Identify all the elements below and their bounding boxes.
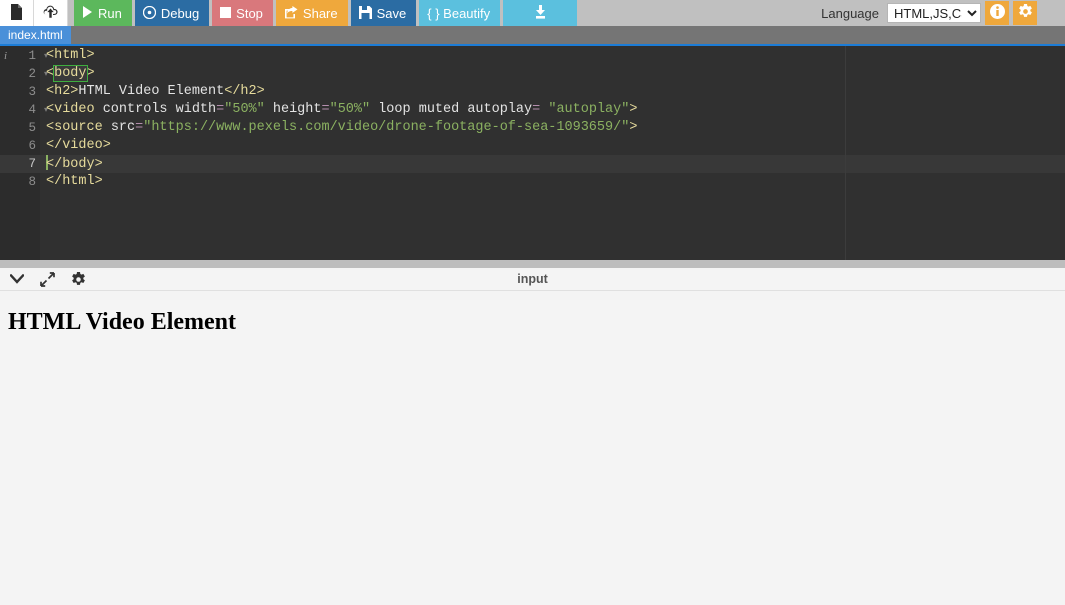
line-number: 6: [0, 137, 40, 155]
cloud-upload-icon: [42, 4, 59, 22]
line-number-value: 7: [28, 157, 36, 171]
line-number: 8: [0, 173, 40, 191]
play-icon: [82, 6, 93, 20]
line-number-value: 4: [28, 103, 36, 117]
code-editor[interactable]: i 1 ▾ 2 ▾ 3 4 ▾ 5 6 7 8 <html> <body> <h: [0, 46, 1065, 260]
save-button[interactable]: Save: [350, 0, 417, 26]
toolbar-left-group: Run Debug Stop Share Save {} Beautify: [0, 0, 580, 26]
file-icon: [10, 3, 23, 23]
save-button-label: Save: [376, 5, 407, 21]
selected-token: body: [53, 65, 88, 82]
line-number-value: 1: [28, 49, 36, 63]
tab-index-html[interactable]: index.html: [0, 26, 71, 44]
download-button[interactable]: [503, 0, 578, 26]
settings-button[interactable]: [1013, 1, 1037, 25]
line-number: 2 ▾: [0, 65, 48, 83]
code-line[interactable]: <html>: [40, 47, 1065, 65]
code-line[interactable]: <source src="https://www.pexels.com/vide…: [40, 119, 1065, 137]
line-number-value: 6: [28, 139, 36, 153]
info-button[interactable]: [985, 1, 1009, 25]
download-icon: [533, 4, 548, 22]
editor-tabbar: index.html: [0, 26, 1065, 46]
code-line[interactable]: <video controls width="50%" height="50%"…: [40, 101, 1065, 119]
gear-icon: [1018, 4, 1033, 22]
toolbar-right-group: Language HTML,JS,CSS: [821, 0, 1065, 26]
editor-right-divider: [845, 46, 846, 260]
expand-arrows-icon[interactable]: [40, 271, 55, 287]
language-label: Language: [821, 5, 879, 21]
debug-button[interactable]: Debug: [134, 0, 210, 26]
stop-icon: [220, 6, 232, 20]
panel-tool-group: [0, 271, 86, 287]
line-number-gutter: i 1 ▾ 2 ▾ 3 4 ▾ 5 6 7 8: [0, 46, 48, 260]
panel-title: input: [517, 272, 548, 286]
output-preview: HTML Video Element 0:00: [0, 291, 1065, 605]
beautify-button[interactable]: { } Beautify: [419, 0, 501, 26]
info-icon: [989, 4, 1005, 22]
info-marker-icon: i: [4, 50, 8, 62]
line-number: 5: [0, 119, 40, 137]
run-button-label: Run: [98, 5, 122, 21]
share-icon: [284, 5, 298, 21]
line-number: i 1 ▾: [0, 47, 48, 65]
output-panel-bar: input: [0, 268, 1065, 291]
beautify-button-label: { } Beautify: [427, 5, 491, 21]
main-toolbar: Run Debug Stop Share Save {} Beautify L…: [0, 0, 1065, 26]
code-line[interactable]: <h2>HTML Video Element</h2>: [40, 83, 1065, 101]
code-line[interactable]: </html>: [40, 173, 1065, 191]
share-button-label: Share: [302, 5, 338, 21]
code-line[interactable]: </video>: [40, 137, 1065, 155]
panel-splitter[interactable]: [0, 260, 1065, 268]
code-line[interactable]: </body>: [40, 155, 1065, 173]
chevron-down-icon[interactable]: [10, 274, 24, 284]
gear-icon[interactable]: [71, 271, 86, 287]
stop-button[interactable]: Stop: [212, 0, 273, 26]
stop-button-label: Stop: [236, 5, 263, 21]
language-select[interactable]: HTML,JS,CSS: [887, 3, 981, 23]
line-number-value: 8: [28, 175, 36, 189]
line-number-value: 2: [28, 67, 36, 81]
new-file-button[interactable]: [0, 0, 34, 26]
share-button[interactable]: Share: [275, 0, 348, 26]
line-number: 7: [0, 155, 40, 173]
line-number-value: 5: [28, 121, 36, 135]
tab-label: index.html: [8, 28, 63, 42]
line-number: 4 ▾: [0, 101, 48, 119]
line-number: 3: [0, 83, 40, 101]
upload-file-button[interactable]: [34, 0, 68, 26]
line-number-value: 3: [28, 85, 36, 99]
debug-icon: [142, 5, 157, 21]
run-button[interactable]: Run: [74, 0, 132, 26]
debug-button-label: Debug: [160, 5, 200, 21]
floppy-icon: [358, 5, 372, 21]
page-heading: HTML Video Element: [8, 309, 236, 335]
code-content[interactable]: <html> <body> <h2>HTML Video Element</h2…: [40, 46, 1065, 260]
code-line[interactable]: <body>: [40, 65, 1065, 83]
